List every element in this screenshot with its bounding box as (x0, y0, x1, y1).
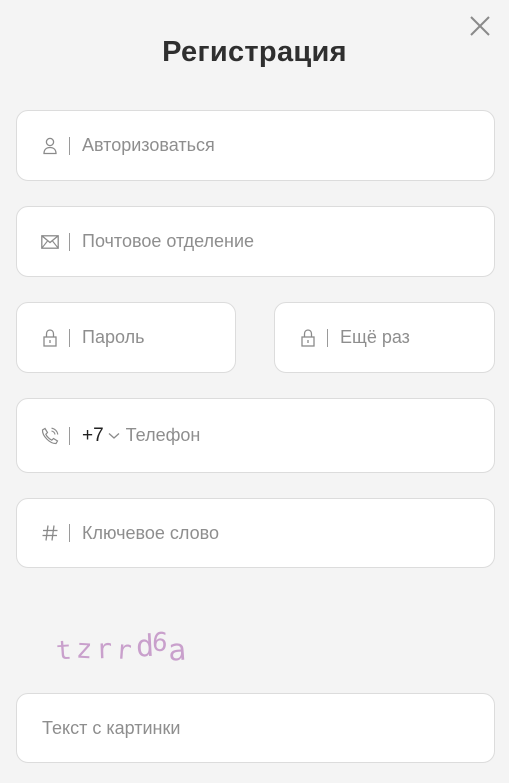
separator (69, 136, 70, 155)
password-repeat-field[interactable]: Ещё раз (274, 302, 495, 373)
envelope-icon (41, 233, 59, 251)
captcha-image: tzrrd6a (54, 627, 196, 669)
phone-icon (41, 427, 59, 445)
phone-field[interactable]: +7 Телефон (16, 398, 495, 473)
captcha-char: a (166, 632, 191, 669)
separator (327, 328, 328, 347)
separator (69, 426, 70, 445)
user-icon (41, 137, 59, 155)
captcha-input[interactable]: Текст с картинки (16, 693, 495, 763)
password-placeholder: Пароль (82, 327, 145, 347)
email-placeholder: Почтовое отделение (82, 231, 255, 251)
captcha-char: z (74, 633, 97, 666)
hash-icon (41, 524, 59, 542)
country-code-select[interactable]: +7 (82, 425, 104, 447)
separator (69, 524, 70, 542)
separator (69, 232, 70, 251)
close-button[interactable] (468, 14, 492, 38)
close-icon (470, 16, 490, 36)
password-field[interactable]: Пароль (16, 302, 236, 373)
password-repeat-placeholder: Ещё раз (340, 327, 410, 347)
login-field[interactable]: Авторизоваться (16, 110, 495, 181)
captcha-input-placeholder: Текст с картинки (42, 717, 181, 738)
separator (69, 328, 70, 347)
captcha-char: r (95, 633, 117, 666)
keyword-placeholder: Ключевое слово (82, 522, 219, 543)
page-title: Регистрация (162, 36, 347, 68)
captcha-char: r (115, 635, 137, 667)
captcha-char: t (54, 635, 77, 667)
phone-placeholder: Телефон (125, 425, 201, 445)
chevron-down-icon[interactable] (108, 432, 120, 440)
email-field[interactable]: Почтовое отделение (16, 206, 495, 277)
login-placeholder: Авторизоваться (82, 135, 215, 155)
keyword-field[interactable]: Ключевое слово (16, 498, 495, 568)
lock-icon (41, 328, 59, 347)
lock-icon (299, 328, 317, 347)
